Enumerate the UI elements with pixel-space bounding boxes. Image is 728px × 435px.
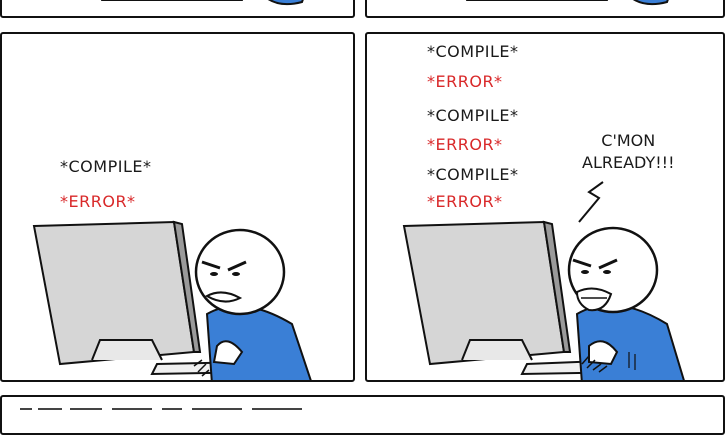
- angry-head-icon: [194, 228, 286, 316]
- shirt-fragment: [268, 0, 304, 6]
- comic-panel-bottom: [0, 395, 725, 435]
- panel-bottom-art: [20, 408, 302, 410]
- speech-tail: [578, 181, 604, 223]
- panel-top-right-art: [465, 0, 669, 6]
- monitor-stand: [461, 339, 533, 361]
- right-panel-art: [402, 181, 685, 380]
- left-panel-art: [32, 220, 312, 380]
- comic-panel-left: *COMPILE* *ERROR*: [0, 32, 355, 382]
- comic-panel-top-left: [0, 0, 355, 18]
- shirt-fragment: [633, 0, 669, 6]
- comic-panel-right: *COMPILE* *ERROR* *COMPILE* *ERROR* *COM…: [365, 32, 725, 382]
- monitor-stand: [91, 339, 163, 361]
- panel-top-left-art: [100, 0, 304, 6]
- comic-panel-top-right: [365, 0, 725, 18]
